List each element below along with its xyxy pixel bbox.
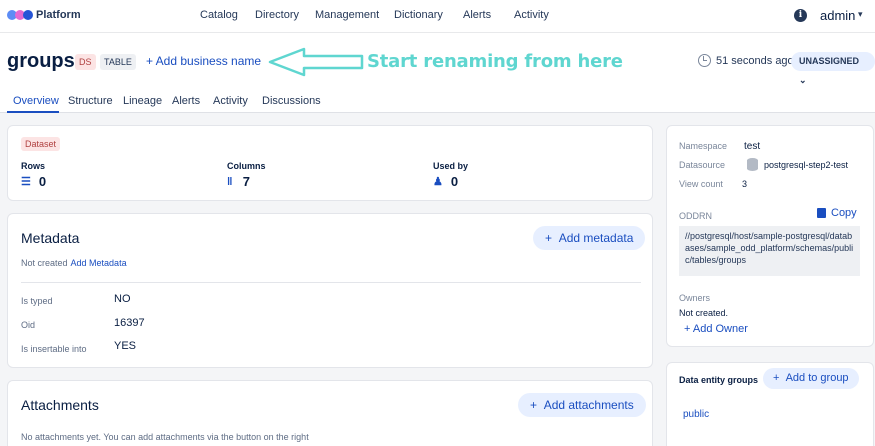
metadata-key: Oid <box>21 320 36 330</box>
list-icon: ☰ <box>21 176 31 188</box>
nav-item-dictionary[interactable]: Dictionary <box>394 9 443 21</box>
nav-item-alerts[interactable]: Alerts <box>463 9 491 21</box>
metadata-card: Metadata + Add metadata Not created Add M… <box>7 213 653 368</box>
entity-info-card: Namespace test Datasource postgresql-ste… <box>666 125 874 347</box>
metadata-value: YES <box>114 340 137 352</box>
add-to-group-button[interactable]: + Add to group <box>763 368 859 389</box>
divider <box>21 282 641 283</box>
updated-timestamp: 51 seconds ago <box>716 55 794 67</box>
metadata-value: NO <box>114 293 131 305</box>
attachments-title: Attachments <box>21 397 99 413</box>
dataset-tag: Dataset <box>21 137 61 151</box>
datasource-value[interactable]: postgresql-step2-test <box>764 160 848 170</box>
left-arrow-annotation-icon <box>268 47 364 77</box>
copy-label: Copy <box>831 207 857 219</box>
add-metadata-label: Add metadata <box>558 231 634 245</box>
stats-card: Dataset Rows ☰ 0 Columns ‖ 7 Used by ♟ 0 <box>7 125 653 201</box>
nav-item-directory[interactable]: Directory <box>255 9 299 21</box>
tab-discussions[interactable]: Discussions <box>262 95 321 107</box>
owners-label: Owners <box>679 293 711 303</box>
groups-title: Data entity groups <box>679 375 759 385</box>
attachments-card: Attachments + Add attachments No attachm… <box>7 380 653 446</box>
database-icon <box>747 158 758 171</box>
chevron-down-icon: ⌄ <box>799 75 807 85</box>
usedby-label: Used by <box>433 161 469 171</box>
user-icon: ♟ <box>433 176 443 188</box>
tab-lineage[interactable]: Lineage <box>123 95 162 107</box>
owners-empty: Not created. <box>679 308 729 318</box>
data-entity-groups-card: Data entity groups + Add to group public <box>666 362 874 446</box>
columns-value: 7 <box>242 174 250 189</box>
add-to-group-label: Add to group <box>785 372 849 384</box>
add-business-name-button[interactable]: + Add business name <box>146 54 261 68</box>
type-badge-ds: DS <box>75 54 96 70</box>
metadata-title: Metadata <box>21 230 80 246</box>
owner-status-label: UNASSIGNED <box>799 56 860 66</box>
history-icon <box>698 54 711 67</box>
page-title: groups <box>7 50 75 72</box>
annotation-text: Start renaming from here <box>367 51 623 72</box>
columns-icon: ‖ <box>227 175 235 188</box>
tab-overview[interactable]: Overview <box>13 95 59 107</box>
datasource-label: Datasource <box>679 160 726 170</box>
rows-stat: ☰ 0 <box>21 174 46 189</box>
namespace-label: Namespace <box>679 141 728 151</box>
metadata-value: 16397 <box>114 317 145 329</box>
group-link[interactable]: public <box>683 409 709 420</box>
columns-label: Columns <box>227 161 266 171</box>
tab-alerts[interactable]: Alerts <box>172 95 200 107</box>
nav-item-catalog[interactable]: Catalog <box>200 9 238 21</box>
metadata-key: Is typed <box>21 296 53 306</box>
nav-item-management[interactable]: Management <box>315 9 379 21</box>
add-metadata-link[interactable]: Add Metadata <box>71 258 127 268</box>
plus-icon: + <box>773 372 780 384</box>
chevron-down-icon[interactable]: ▾ <box>858 9 863 20</box>
attachments-empty-note: No attachments yet. You can add attachme… <box>21 432 309 442</box>
usedby-stat: ♟ 0 <box>433 174 458 189</box>
oddrn-label: ODDRN <box>679 211 712 221</box>
namespace-value: test <box>744 141 761 152</box>
type-badge-table: TABLE <box>100 54 136 70</box>
nav-item-activity[interactable]: Activity <box>514 9 549 21</box>
metadata-empty-note: Not created Add Metadata <box>21 258 127 268</box>
copy-icon <box>817 208 826 218</box>
main-nav: Catalog Directory Management Dictionary … <box>0 9 875 23</box>
add-attachments-button[interactable]: + Add attachments <box>518 393 646 417</box>
viewcount-label: View count <box>679 179 723 189</box>
columns-stat: ‖ 7 <box>227 174 250 189</box>
active-tab-indicator <box>7 111 59 113</box>
rows-value: 0 <box>38 174 47 189</box>
add-metadata-button[interactable]: + Add metadata <box>533 226 646 250</box>
add-owner-button[interactable]: + Add Owner <box>684 323 748 335</box>
entity-tabs: Overview Structure Lineage Alerts Activi… <box>0 93 875 113</box>
owner-status-dropdown[interactable]: UNASSIGNED ⌄ <box>791 52 875 85</box>
user-menu[interactable]: admin <box>820 8 855 23</box>
top-bar: Platform Catalog Directory Management Di… <box>0 0 875 33</box>
copy-oddrn-button[interactable]: Copy <box>817 207 857 219</box>
rows-label: Rows <box>21 161 46 171</box>
viewcount-value: 3 <box>742 179 748 189</box>
entity-header: groups DS TABLE + Add business name Star… <box>0 33 875 113</box>
info-icon[interactable]: i <box>794 9 807 22</box>
tab-activity[interactable]: Activity <box>213 95 248 107</box>
plus-icon: + <box>545 231 553 245</box>
add-attachments-label: Add attachments <box>543 398 634 412</box>
usedby-value: 0 <box>450 174 459 189</box>
not-created-text: Not created <box>21 258 68 268</box>
metadata-key: Is insertable into <box>21 344 87 354</box>
plus-icon: + <box>530 398 538 412</box>
tab-structure[interactable]: Structure <box>68 95 113 107</box>
oddrn-value: //postgresql/host/sample-postgresql/data… <box>679 226 860 276</box>
